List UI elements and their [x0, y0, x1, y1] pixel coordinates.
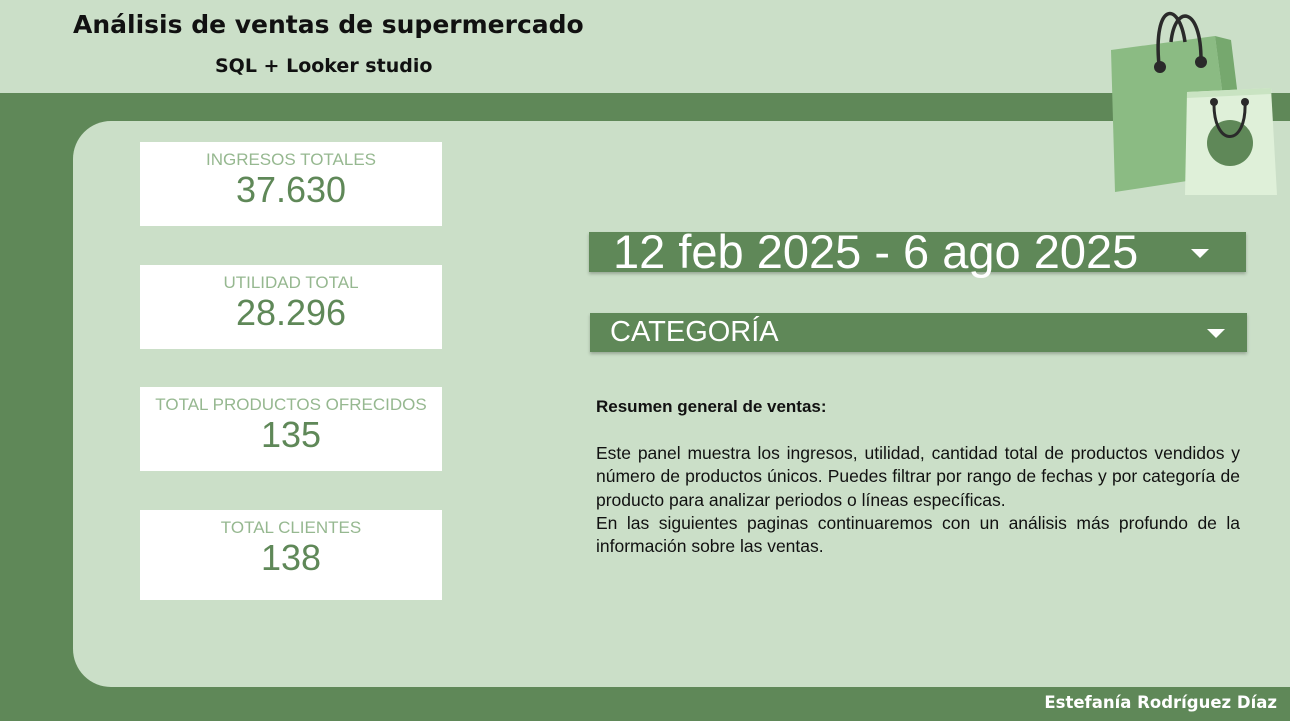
- category-filter-label: CATEGORÍA: [610, 316, 779, 348]
- category-filter[interactable]: CATEGORÍA: [590, 313, 1247, 352]
- page-subtitle: SQL + Looker studio: [215, 55, 433, 77]
- kpi-card-ingresos: INGRESOS TOTALES 37.630: [140, 142, 442, 226]
- summary-title: Resumen general de ventas:: [596, 397, 827, 416]
- kpi-label: TOTAL PRODUCTOS OFRECIDOS: [155, 395, 427, 414]
- summary-paragraph: En las siguientes paginas continuaremos …: [596, 512, 1240, 557]
- kpi-value: 28.296: [235, 292, 347, 333]
- date-range-filter[interactable]: 12 feb 2025 - 6 ago 2025: [589, 225, 1246, 278]
- chevron-down-icon[interactable]: [1191, 249, 1209, 258]
- kpi-label: TOTAL CLIENTES: [220, 518, 362, 537]
- kpi-card-clientes: TOTAL CLIENTES 138: [140, 510, 442, 600]
- kpi-label: INGRESOS TOTALES: [205, 150, 377, 169]
- kpi-card-utilidad: UTILIDAD TOTAL 28.296: [140, 265, 442, 349]
- kpi-value: 37.630: [235, 169, 347, 210]
- page-title: Análisis de ventas de supermercado: [73, 10, 584, 39]
- kpi-value: 135: [260, 414, 322, 455]
- kpi-card-productos: TOTAL PRODUCTOS OFRECIDOS 135: [140, 387, 442, 471]
- dashboard-page: Análisis de ventas de supermercado SQL +…: [0, 0, 1290, 721]
- shopping-bags-icon: [1111, 11, 1277, 195]
- author-credit: Estefanía Rodríguez Díaz: [1044, 693, 1277, 712]
- chevron-down-icon[interactable]: [1207, 329, 1225, 338]
- kpi-label: UTILIDAD TOTAL: [223, 273, 359, 292]
- summary-paragraph: Este panel muestra los ingresos, utilida…: [596, 443, 1240, 510]
- date-range-value: 12 feb 2025 - 6 ago 2025: [613, 225, 1139, 278]
- summary-body: Este panel muestra los ingresos, utilida…: [596, 442, 1240, 558]
- kpi-value: 138: [260, 537, 322, 578]
